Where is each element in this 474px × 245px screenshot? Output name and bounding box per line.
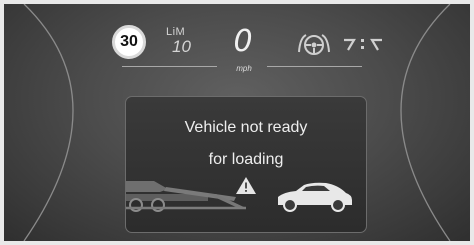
message-dialog: Vehicle not ready for loading — [125, 96, 367, 233]
speed-limit-sign-value: 30 — [120, 33, 138, 50]
tow-truck-icon — [126, 181, 246, 212]
right-gauge-arc — [400, 4, 451, 241]
current-speed: 0 — [233, 24, 253, 59]
steering-wheel-assist-icon — [298, 34, 330, 55]
left-divider-line — [122, 66, 217, 67]
speed-limit-sign-icon: 30 — [112, 25, 146, 59]
instrument-cluster-frame: 30 LiM 10 0 mph Vehicle not ready for lo… — [0, 0, 474, 245]
instrument-cluster-display: 30 LiM 10 0 mph Vehicle not ready for lo… — [4, 4, 470, 241]
speed-unit: mph — [236, 64, 252, 73]
lane-keeping-icon — [344, 38, 382, 51]
warning-triangle-icon — [236, 177, 256, 194]
right-divider-line — [267, 66, 362, 67]
car-icon — [278, 182, 352, 212]
limiter-value: 10 — [172, 37, 191, 56]
loading-illustration — [126, 177, 352, 212]
left-gauge-arc — [23, 4, 74, 241]
